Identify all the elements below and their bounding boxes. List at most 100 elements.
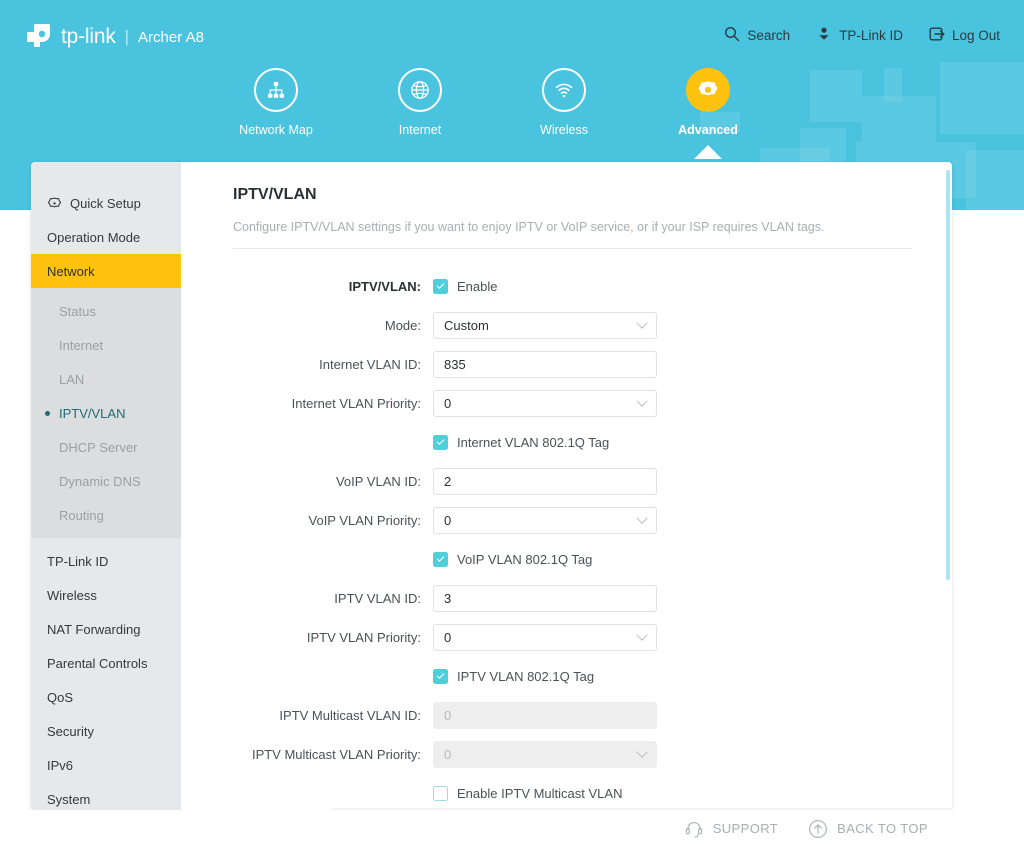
- mode-select[interactable]: Custom: [433, 311, 657, 339]
- form-row-iptv-vlan-enable: IPTV/VLAN: Enable: [233, 273, 912, 299]
- sidebar-item-security[interactable]: Security: [31, 714, 181, 748]
- multicast-vlan-id-input: [433, 701, 657, 729]
- search-button[interactable]: Search: [724, 26, 790, 45]
- check-icon: [436, 281, 445, 289]
- search-label: Search: [747, 28, 791, 43]
- internet-vlan-priority-select[interactable]: 0: [433, 389, 657, 417]
- mode-value: Custom: [444, 317, 489, 333]
- brand-logo-area[interactable]: tp-link | Archer A8: [25, 19, 204, 52]
- device-model: Archer A8: [138, 28, 204, 46]
- chevron-down-icon: [636, 317, 648, 329]
- form-row-voip-vlan-priority: VoIP VLAN Priority: 0: [233, 506, 912, 534]
- sidebar-label-quick-setup: Quick Setup: [70, 195, 141, 211]
- sidebar-menu: Quick Setup Operation Mode Network Statu…: [31, 162, 181, 810]
- nav-item-advanced[interactable]: Advanced: [636, 68, 780, 137]
- sidebar-subitem-routing[interactable]: Routing: [31, 498, 181, 532]
- sidebar-subitem-dhcp-server[interactable]: DHCP Server: [31, 430, 181, 464]
- content-scrollbar[interactable]: [946, 170, 950, 580]
- nav-item-network-map[interactable]: Network Map: [204, 68, 348, 137]
- mode-field: Custom: [433, 311, 657, 339]
- tplink-id-button[interactable]: TP-Link ID: [816, 26, 903, 45]
- multicast-enable-group: Enable IPTV Multicast VLAN: [433, 785, 657, 801]
- label-internet-vlan-priority: Internet VLAN Priority:: [291, 395, 421, 411]
- active-bullet-icon: [45, 410, 50, 416]
- sidebar-subitem-internet[interactable]: Internet: [31, 328, 181, 362]
- sidebar-item-wireless[interactable]: Wireless: [31, 578, 181, 612]
- sidebar-subitem-dynamic-dns[interactable]: Dynamic DNS: [31, 464, 181, 498]
- iptv-vlan-id-input[interactable]: [433, 584, 657, 612]
- internet-vlan-tag-checkbox[interactable]: [433, 434, 448, 450]
- headset-icon: [684, 819, 704, 839]
- sidebar-label-nat-forwarding: NAT Forwarding: [47, 621, 141, 637]
- form-row-iptv-vlan-priority: IPTV VLAN Priority: 0: [233, 623, 912, 651]
- iptv-vlan-enable-checkbox[interactable]: [433, 278, 448, 294]
- voip-vlan-priority-select[interactable]: 0: [433, 506, 657, 534]
- tplink-id-icon: [816, 26, 832, 45]
- sidebar-sublabel-status: Status: [59, 303, 96, 319]
- sidebar-subitem-iptv-vlan[interactable]: IPTV/VLAN: [31, 396, 181, 430]
- multicast-vlan-priority-field: 0: [433, 740, 657, 768]
- form-row-internet-vlan-id: Internet VLAN ID:: [233, 350, 912, 378]
- label-mode: Mode:: [384, 317, 421, 333]
- form-row-internet-vlan-priority: Internet VLAN Priority: 0: [233, 389, 912, 417]
- back-to-top-label: BACK TO TOP: [837, 821, 928, 836]
- nav-label-internet: Internet: [398, 123, 442, 137]
- sidebar-item-qos[interactable]: QoS: [31, 680, 181, 714]
- form-row-multicast-vlan-id: IPTV Multicast VLAN ID:: [233, 701, 912, 729]
- internet-tag-group: Internet VLAN 802.1Q Tag: [433, 434, 657, 450]
- iptv-vlan-priority-select[interactable]: 0: [433, 623, 657, 651]
- sidebar-item-system[interactable]: System: [31, 782, 181, 810]
- globe-icon: [398, 68, 442, 112]
- sidebar-item-parental-controls[interactable]: Parental Controls: [31, 646, 181, 680]
- sidebar-sublabel-internet: Internet: [59, 337, 104, 353]
- label-internet-vlan-id: Internet VLAN ID:: [319, 356, 421, 372]
- internet-vlan-id-input[interactable]: [433, 350, 657, 378]
- nav-item-internet[interactable]: Internet: [348, 68, 492, 137]
- form-row-multicast-enable: Enable IPTV Multicast VLAN: [233, 780, 912, 806]
- nav-label-network-map: Network Map: [239, 123, 313, 137]
- sidebar-label-security: Security: [47, 723, 94, 739]
- internet-vlan-priority-field: 0: [433, 389, 657, 417]
- logout-button[interactable]: Log Out: [929, 26, 1000, 45]
- nav-label-advanced: Advanced: [678, 123, 738, 137]
- label-iptv-vlan-id: IPTV VLAN ID:: [334, 590, 421, 606]
- enable-multicast-vlan-checkbox[interactable]: [433, 785, 448, 801]
- form-row-multicast-vlan-priority: IPTV Multicast VLAN Priority: 0: [233, 740, 912, 768]
- support-button[interactable]: SUPPORT: [684, 819, 778, 839]
- arrow-up-circle-icon: [808, 819, 828, 839]
- sidebar-item-operation-mode[interactable]: Operation Mode: [31, 220, 181, 254]
- sidebar-item-network[interactable]: Network: [31, 254, 181, 288]
- iptv-vlan-id-field: [433, 584, 657, 612]
- sidebar-subitem-status[interactable]: Status: [31, 294, 181, 328]
- iptv-vlan-tag-checkbox[interactable]: [433, 668, 448, 684]
- support-label: SUPPORT: [712, 821, 779, 836]
- sidebar-sublabel-dhcp-server: DHCP Server: [59, 439, 138, 455]
- sidebar-label-qos: QoS: [47, 689, 74, 705]
- sidebar-item-nat-forwarding[interactable]: NAT Forwarding: [31, 612, 181, 646]
- nav-item-wireless[interactable]: Wireless: [492, 68, 636, 137]
- check-icon: [436, 671, 445, 679]
- main-content: IPTV/VLAN Configure IPTV/VLAN settings i…: [181, 162, 952, 810]
- chevron-down-icon: [636, 629, 648, 641]
- sidebar-item-ipv6[interactable]: IPv6: [31, 748, 181, 782]
- form-row-iptv-tag: IPTV VLAN 802.1Q Tag: [233, 663, 912, 689]
- page-title: IPTV/VLAN: [233, 186, 317, 203]
- sidebar-sublabel-lan: LAN: [59, 371, 85, 387]
- chevron-down-icon: [636, 395, 648, 407]
- active-tab-caret: [694, 145, 722, 159]
- back-to-top-button[interactable]: BACK TO TOP: [808, 819, 928, 839]
- label-enable-multicast-vlan: Enable IPTV Multicast VLAN: [457, 785, 623, 801]
- label-voip-vlan-id: VoIP VLAN ID:: [335, 473, 421, 489]
- label-multicast-vlan-priority: IPTV Multicast VLAN Priority:: [251, 746, 421, 762]
- sidebar-sublabel-dynamic-dns: Dynamic DNS: [59, 473, 141, 489]
- logout-label: Log Out: [951, 28, 1000, 43]
- iptv-vlan-priority-value: 0: [444, 629, 452, 645]
- sidebar-item-quick-setup[interactable]: Quick Setup: [31, 186, 181, 220]
- label-enable: Enable: [457, 278, 498, 294]
- voip-vlan-tag-checkbox[interactable]: [433, 551, 448, 567]
- sidebar-subitem-lan[interactable]: LAN: [31, 362, 181, 396]
- iptv-vlan-enable-group: Enable: [433, 278, 657, 294]
- voip-vlan-id-input[interactable]: [433, 467, 657, 495]
- sidebar-label-ipv6: IPv6: [47, 757, 74, 773]
- sidebar-item-tp-link-id[interactable]: TP-Link ID: [31, 544, 181, 578]
